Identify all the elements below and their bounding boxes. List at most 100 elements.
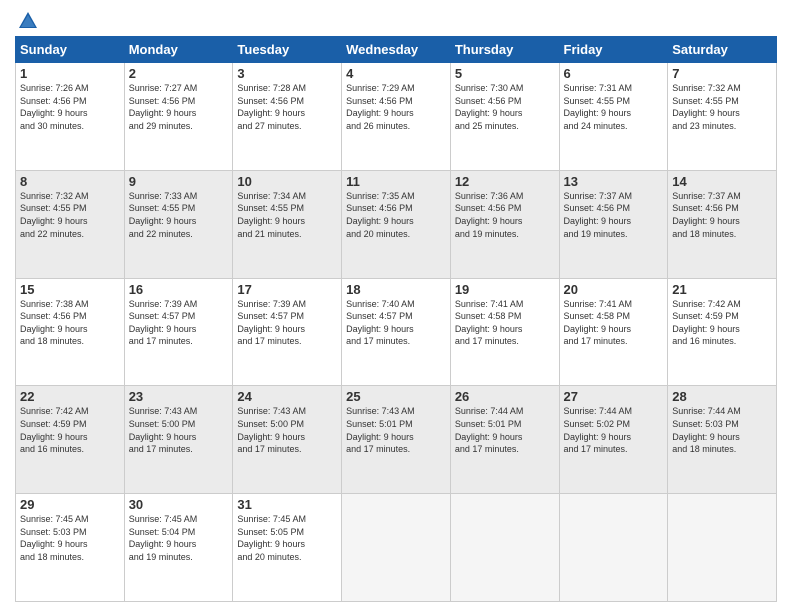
day-cell-14: 14Sunrise: 7:37 AM Sunset: 4:56 PM Dayli… bbox=[668, 170, 777, 278]
day-cell-27: 27Sunrise: 7:44 AM Sunset: 5:02 PM Dayli… bbox=[559, 386, 668, 494]
day-number: 25 bbox=[346, 389, 446, 404]
empty-cell bbox=[342, 494, 451, 602]
day-info: Sunrise: 7:27 AM Sunset: 4:56 PM Dayligh… bbox=[129, 82, 229, 132]
day-cell-15: 15Sunrise: 7:38 AM Sunset: 4:56 PM Dayli… bbox=[16, 278, 125, 386]
day-info: Sunrise: 7:43 AM Sunset: 5:00 PM Dayligh… bbox=[129, 405, 229, 455]
day-info: Sunrise: 7:30 AM Sunset: 4:56 PM Dayligh… bbox=[455, 82, 555, 132]
day-cell-11: 11Sunrise: 7:35 AM Sunset: 4:56 PM Dayli… bbox=[342, 170, 451, 278]
day-number: 24 bbox=[237, 389, 337, 404]
day-cell-19: 19Sunrise: 7:41 AM Sunset: 4:58 PM Dayli… bbox=[450, 278, 559, 386]
day-cell-28: 28Sunrise: 7:44 AM Sunset: 5:03 PM Dayli… bbox=[668, 386, 777, 494]
day-number: 4 bbox=[346, 66, 446, 81]
calendar-page: SundayMondayTuesdayWednesdayThursdayFrid… bbox=[0, 0, 792, 612]
day-info: Sunrise: 7:40 AM Sunset: 4:57 PM Dayligh… bbox=[346, 298, 446, 348]
day-info: Sunrise: 7:36 AM Sunset: 4:56 PM Dayligh… bbox=[455, 190, 555, 240]
day-cell-22: 22Sunrise: 7:42 AM Sunset: 4:59 PM Dayli… bbox=[16, 386, 125, 494]
day-info: Sunrise: 7:43 AM Sunset: 5:00 PM Dayligh… bbox=[237, 405, 337, 455]
day-cell-18: 18Sunrise: 7:40 AM Sunset: 4:57 PM Dayli… bbox=[342, 278, 451, 386]
header-row: SundayMondayTuesdayWednesdayThursdayFrid… bbox=[16, 37, 777, 63]
day-number: 31 bbox=[237, 497, 337, 512]
day-number: 11 bbox=[346, 174, 446, 189]
day-cell-4: 4Sunrise: 7:29 AM Sunset: 4:56 PM Daylig… bbox=[342, 63, 451, 171]
day-cell-7: 7Sunrise: 7:32 AM Sunset: 4:55 PM Daylig… bbox=[668, 63, 777, 171]
day-number: 18 bbox=[346, 282, 446, 297]
day-info: Sunrise: 7:44 AM Sunset: 5:02 PM Dayligh… bbox=[564, 405, 664, 455]
day-cell-26: 26Sunrise: 7:44 AM Sunset: 5:01 PM Dayli… bbox=[450, 386, 559, 494]
day-info: Sunrise: 7:42 AM Sunset: 4:59 PM Dayligh… bbox=[672, 298, 772, 348]
week-row-4: 22Sunrise: 7:42 AM Sunset: 4:59 PM Dayli… bbox=[16, 386, 777, 494]
day-number: 19 bbox=[455, 282, 555, 297]
week-row-3: 15Sunrise: 7:38 AM Sunset: 4:56 PM Dayli… bbox=[16, 278, 777, 386]
day-number: 9 bbox=[129, 174, 229, 189]
day-number: 15 bbox=[20, 282, 120, 297]
empty-cell bbox=[559, 494, 668, 602]
day-number: 26 bbox=[455, 389, 555, 404]
col-header-monday: Monday bbox=[124, 37, 233, 63]
day-number: 14 bbox=[672, 174, 772, 189]
day-number: 5 bbox=[455, 66, 555, 81]
logo-icon bbox=[17, 10, 39, 32]
day-number: 10 bbox=[237, 174, 337, 189]
day-cell-3: 3Sunrise: 7:28 AM Sunset: 4:56 PM Daylig… bbox=[233, 63, 342, 171]
day-number: 8 bbox=[20, 174, 120, 189]
day-number: 1 bbox=[20, 66, 120, 81]
day-cell-2: 2Sunrise: 7:27 AM Sunset: 4:56 PM Daylig… bbox=[124, 63, 233, 171]
day-cell-25: 25Sunrise: 7:43 AM Sunset: 5:01 PM Dayli… bbox=[342, 386, 451, 494]
day-number: 7 bbox=[672, 66, 772, 81]
day-info: Sunrise: 7:37 AM Sunset: 4:56 PM Dayligh… bbox=[672, 190, 772, 240]
day-cell-29: 29Sunrise: 7:45 AM Sunset: 5:03 PM Dayli… bbox=[16, 494, 125, 602]
col-header-friday: Friday bbox=[559, 37, 668, 63]
day-info: Sunrise: 7:28 AM Sunset: 4:56 PM Dayligh… bbox=[237, 82, 337, 132]
day-number: 23 bbox=[129, 389, 229, 404]
day-cell-16: 16Sunrise: 7:39 AM Sunset: 4:57 PM Dayli… bbox=[124, 278, 233, 386]
day-cell-13: 13Sunrise: 7:37 AM Sunset: 4:56 PM Dayli… bbox=[559, 170, 668, 278]
day-info: Sunrise: 7:44 AM Sunset: 5:03 PM Dayligh… bbox=[672, 405, 772, 455]
day-info: Sunrise: 7:32 AM Sunset: 4:55 PM Dayligh… bbox=[20, 190, 120, 240]
day-number: 6 bbox=[564, 66, 664, 81]
day-cell-9: 9Sunrise: 7:33 AM Sunset: 4:55 PM Daylig… bbox=[124, 170, 233, 278]
day-info: Sunrise: 7:44 AM Sunset: 5:01 PM Dayligh… bbox=[455, 405, 555, 455]
day-info: Sunrise: 7:41 AM Sunset: 4:58 PM Dayligh… bbox=[564, 298, 664, 348]
day-info: Sunrise: 7:39 AM Sunset: 4:57 PM Dayligh… bbox=[237, 298, 337, 348]
day-info: Sunrise: 7:29 AM Sunset: 4:56 PM Dayligh… bbox=[346, 82, 446, 132]
header bbox=[15, 10, 777, 28]
day-cell-31: 31Sunrise: 7:45 AM Sunset: 5:05 PM Dayli… bbox=[233, 494, 342, 602]
day-number: 22 bbox=[20, 389, 120, 404]
day-info: Sunrise: 7:26 AM Sunset: 4:56 PM Dayligh… bbox=[20, 82, 120, 132]
day-cell-20: 20Sunrise: 7:41 AM Sunset: 4:58 PM Dayli… bbox=[559, 278, 668, 386]
week-row-1: 1Sunrise: 7:26 AM Sunset: 4:56 PM Daylig… bbox=[16, 63, 777, 171]
day-number: 28 bbox=[672, 389, 772, 404]
day-info: Sunrise: 7:45 AM Sunset: 5:05 PM Dayligh… bbox=[237, 513, 337, 563]
day-cell-21: 21Sunrise: 7:42 AM Sunset: 4:59 PM Dayli… bbox=[668, 278, 777, 386]
day-number: 29 bbox=[20, 497, 120, 512]
calendar-table: SundayMondayTuesdayWednesdayThursdayFrid… bbox=[15, 36, 777, 602]
day-info: Sunrise: 7:38 AM Sunset: 4:56 PM Dayligh… bbox=[20, 298, 120, 348]
day-info: Sunrise: 7:37 AM Sunset: 4:56 PM Dayligh… bbox=[564, 190, 664, 240]
day-number: 2 bbox=[129, 66, 229, 81]
day-number: 12 bbox=[455, 174, 555, 189]
day-info: Sunrise: 7:42 AM Sunset: 4:59 PM Dayligh… bbox=[20, 405, 120, 455]
col-header-saturday: Saturday bbox=[668, 37, 777, 63]
day-info: Sunrise: 7:31 AM Sunset: 4:55 PM Dayligh… bbox=[564, 82, 664, 132]
day-cell-12: 12Sunrise: 7:36 AM Sunset: 4:56 PM Dayli… bbox=[450, 170, 559, 278]
day-cell-30: 30Sunrise: 7:45 AM Sunset: 5:04 PM Dayli… bbox=[124, 494, 233, 602]
day-number: 30 bbox=[129, 497, 229, 512]
day-number: 16 bbox=[129, 282, 229, 297]
day-cell-6: 6Sunrise: 7:31 AM Sunset: 4:55 PM Daylig… bbox=[559, 63, 668, 171]
day-cell-10: 10Sunrise: 7:34 AM Sunset: 4:55 PM Dayli… bbox=[233, 170, 342, 278]
day-cell-8: 8Sunrise: 7:32 AM Sunset: 4:55 PM Daylig… bbox=[16, 170, 125, 278]
week-row-5: 29Sunrise: 7:45 AM Sunset: 5:03 PM Dayli… bbox=[16, 494, 777, 602]
day-info: Sunrise: 7:35 AM Sunset: 4:56 PM Dayligh… bbox=[346, 190, 446, 240]
col-header-thursday: Thursday bbox=[450, 37, 559, 63]
empty-cell bbox=[668, 494, 777, 602]
day-info: Sunrise: 7:34 AM Sunset: 4:55 PM Dayligh… bbox=[237, 190, 337, 240]
day-number: 3 bbox=[237, 66, 337, 81]
day-info: Sunrise: 7:45 AM Sunset: 5:03 PM Dayligh… bbox=[20, 513, 120, 563]
week-row-2: 8Sunrise: 7:32 AM Sunset: 4:55 PM Daylig… bbox=[16, 170, 777, 278]
day-info: Sunrise: 7:33 AM Sunset: 4:55 PM Dayligh… bbox=[129, 190, 229, 240]
day-cell-5: 5Sunrise: 7:30 AM Sunset: 4:56 PM Daylig… bbox=[450, 63, 559, 171]
day-info: Sunrise: 7:43 AM Sunset: 5:01 PM Dayligh… bbox=[346, 405, 446, 455]
day-number: 21 bbox=[672, 282, 772, 297]
day-cell-23: 23Sunrise: 7:43 AM Sunset: 5:00 PM Dayli… bbox=[124, 386, 233, 494]
empty-cell bbox=[450, 494, 559, 602]
